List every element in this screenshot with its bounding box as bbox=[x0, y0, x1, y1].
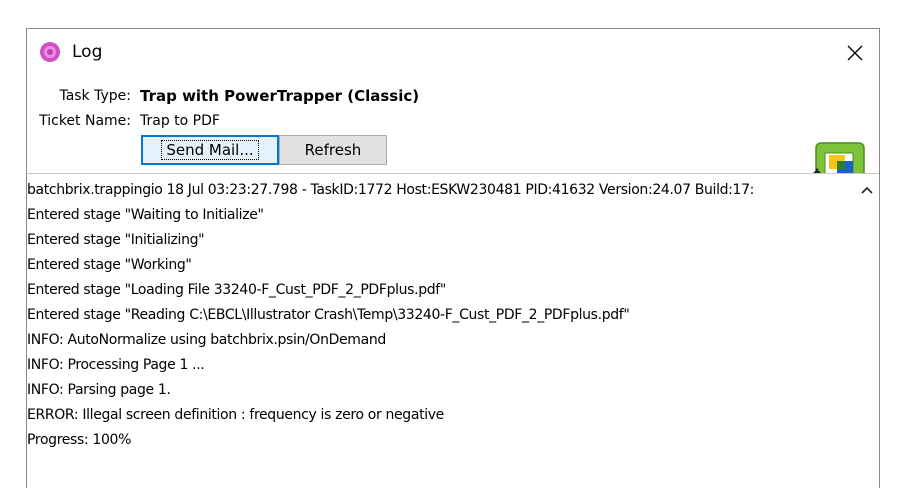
window-title: Log bbox=[72, 42, 103, 62]
log-window: Log Task Type: Trap with PowerTrapper (C… bbox=[26, 28, 880, 489]
log-line: INFO: AutoNormalize using batchbrix.psin… bbox=[27, 332, 386, 348]
log-line: Progress: 100% bbox=[27, 432, 132, 448]
task-info-panel: Task Type: Trap with PowerTrapper (Class… bbox=[27, 77, 879, 190]
log-line: Entered stage "Initializing" bbox=[27, 232, 205, 248]
title-bar[interactable]: Log bbox=[27, 29, 879, 77]
refresh-button[interactable]: Refresh bbox=[279, 135, 387, 165]
log-lines: batchbrix.trappingio 18 Jul 03:23:27.798… bbox=[27, 178, 855, 453]
log-line: batchbrix.trappingio 18 Jul 03:23:27.798… bbox=[27, 182, 754, 198]
ticket-name-label: Ticket Name: bbox=[39, 113, 131, 129]
log-app-icon bbox=[39, 41, 61, 63]
log-line: ERROR: Illegal screen definition : frequ… bbox=[27, 407, 444, 423]
send-mail-button[interactable]: Send Mail... bbox=[141, 135, 279, 165]
log-text-area[interactable]: batchbrix.trappingio 18 Jul 03:23:27.798… bbox=[27, 173, 879, 489]
log-line: Entered stage "Working" bbox=[27, 257, 192, 273]
task-type-value: Trap with PowerTrapper (Classic) bbox=[140, 87, 420, 105]
close-icon bbox=[847, 45, 863, 61]
chevron-up-icon bbox=[861, 186, 873, 194]
refresh-label: Refresh bbox=[304, 141, 362, 159]
send-mail-label: Send Mail... bbox=[161, 140, 259, 160]
ticket-name-value: Trap to PDF bbox=[140, 113, 220, 129]
log-line: Entered stage "Loading File 33240-F_Cust… bbox=[27, 282, 446, 298]
log-line: INFO: Parsing page 1. bbox=[27, 382, 171, 398]
task-type-label: Task Type: bbox=[59, 88, 131, 104]
scroll-up-button[interactable] bbox=[855, 180, 879, 200]
log-line: INFO: Processing Page 1 ... bbox=[27, 357, 205, 373]
close-button[interactable] bbox=[837, 35, 873, 71]
log-line: Entered stage "Reading C:\EBCL\Illustrat… bbox=[27, 307, 630, 323]
vertical-scrollbar[interactable] bbox=[855, 174, 879, 489]
log-line: Entered stage "Waiting to Initialize" bbox=[27, 207, 264, 223]
